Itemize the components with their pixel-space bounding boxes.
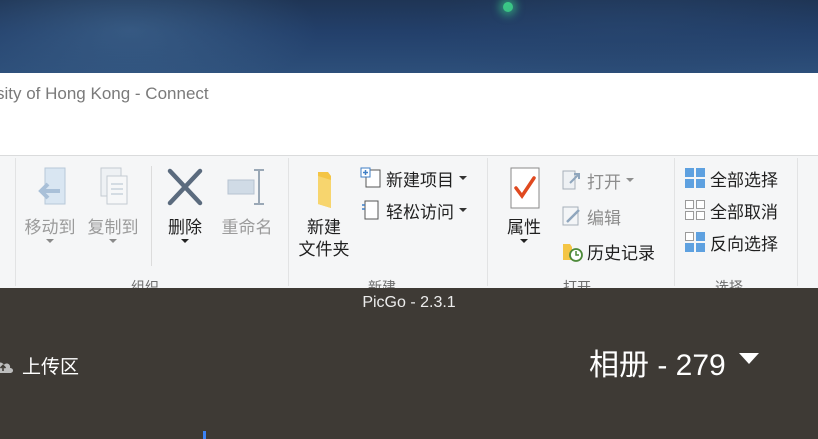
edit-pencil-icon xyxy=(561,205,583,227)
properties-check-icon xyxy=(510,167,540,209)
new-item-icon xyxy=(360,167,382,189)
group-separator xyxy=(674,158,675,286)
chevron-down-icon xyxy=(520,239,528,243)
explorer-ribbon: 移动到 复制到 删除 重命名 组织 新建 文件夹 xyxy=(0,155,818,296)
sidebar-item-upload[interactable]: 上传区 xyxy=(0,352,79,379)
chevron-down-icon[interactable] xyxy=(739,353,759,364)
green-light-dot xyxy=(503,2,513,12)
picgo-title: PicGo - 2.3.1 xyxy=(362,294,456,311)
delete-button[interactable]: 删除 xyxy=(160,166,210,243)
picgo-window: PicGo - 2.3.1 上传区 相册 - 279 xyxy=(0,288,818,439)
delete-x-icon xyxy=(167,168,203,206)
chevron-down-icon xyxy=(181,239,189,243)
new-folder-button[interactable]: 新建 文件夹 xyxy=(294,166,354,261)
group-separator xyxy=(288,158,289,286)
select-none-button[interactable]: 全部取消 xyxy=(684,198,778,223)
chevron-down-icon xyxy=(109,239,117,243)
desktop-background xyxy=(0,0,818,73)
explorer-title-bar: sity of Hong Kong - Connect xyxy=(0,73,818,155)
move-to-button[interactable]: 移动到 xyxy=(20,166,80,243)
move-to-icon xyxy=(38,167,66,205)
active-indicator xyxy=(203,431,206,439)
properties-button[interactable]: 属性 xyxy=(498,166,550,243)
rename-button[interactable]: 重命名 xyxy=(216,166,278,239)
open-icon xyxy=(561,169,583,191)
easy-access-icon xyxy=(360,199,382,221)
cloud-upload-icon xyxy=(0,362,13,373)
easy-access-button[interactable]: 轻松访问 xyxy=(360,198,467,223)
new-item-button[interactable]: 新建项目 xyxy=(360,166,467,191)
copy-to-button[interactable]: 复制到 xyxy=(82,166,144,243)
chevron-down-icon xyxy=(46,239,54,243)
chevron-down-icon xyxy=(459,176,467,180)
select-none-icon xyxy=(684,199,706,221)
history-button[interactable]: 历史记录 xyxy=(561,239,655,264)
edit-button[interactable]: 编辑 xyxy=(561,204,621,229)
window-title: sity of Hong Kong - Connect xyxy=(0,84,209,103)
group-separator xyxy=(15,158,16,286)
rename-icon xyxy=(227,169,264,205)
open-button[interactable]: 打开 xyxy=(561,168,634,193)
invert-selection-icon xyxy=(684,231,706,253)
chevron-down-icon xyxy=(459,208,467,212)
select-all-button[interactable]: 全部选择 xyxy=(684,166,778,191)
history-icon xyxy=(561,240,583,262)
album-title[interactable]: 相册 - 279 xyxy=(589,340,726,384)
button-separator xyxy=(151,166,152,266)
copy-to-icon xyxy=(100,167,128,205)
chevron-down-icon xyxy=(626,178,634,182)
invert-selection-button[interactable]: 反向选择 xyxy=(684,230,778,255)
group-separator xyxy=(487,158,488,286)
group-separator xyxy=(797,158,798,286)
select-all-icon xyxy=(684,167,706,189)
folder-icon xyxy=(318,172,331,208)
